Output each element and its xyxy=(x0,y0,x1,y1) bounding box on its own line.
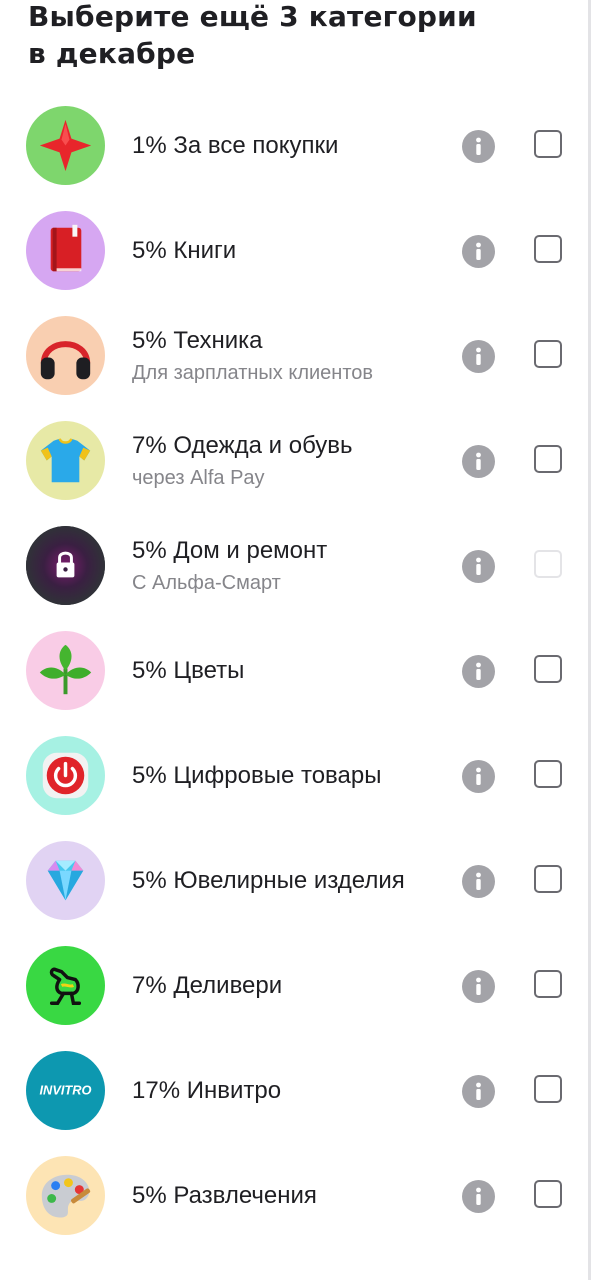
info-icon[interactable] xyxy=(462,340,495,373)
category-row-books[interactable]: 5% Книги xyxy=(0,198,591,303)
category-title: 5% Дом и ремонт xyxy=(132,536,328,564)
category-avatar xyxy=(26,421,105,500)
info-icon[interactable] xyxy=(462,130,495,163)
info-icon[interactable] xyxy=(462,550,495,583)
category-checkbox[interactable] xyxy=(534,865,562,893)
category-row-invitro[interactable]: INVITRO 17% Инвитро xyxy=(0,1038,591,1143)
info-icon[interactable] xyxy=(462,865,495,898)
info-icon[interactable] xyxy=(462,445,495,478)
paint-palette-icon xyxy=(41,1174,91,1218)
category-row-electronics[interactable]: 5% Техника Для зарплатных клиентов xyxy=(0,303,591,408)
category-avatar xyxy=(26,316,105,395)
category-row-clothing[interactable]: 7% Одежда и обувь через Alfa Pay xyxy=(0,408,591,513)
category-checkbox xyxy=(534,550,562,578)
diamond-icon xyxy=(47,860,84,901)
category-checkbox[interactable] xyxy=(534,235,562,263)
tshirt-icon xyxy=(40,438,91,483)
category-checkbox[interactable] xyxy=(534,970,562,998)
category-title: 5% Ювелирные изделия xyxy=(132,866,405,894)
info-icon[interactable] xyxy=(462,1075,495,1108)
category-title: 7% Деливери xyxy=(132,971,283,999)
category-avatar xyxy=(26,841,105,920)
category-checkbox[interactable] xyxy=(534,130,562,158)
info-icon[interactable] xyxy=(462,655,495,688)
category-list: 1% За все покупки 5% Книги 5% Техника Дл… xyxy=(0,93,591,1248)
invitro-logo-icon: INVITRO xyxy=(39,1082,91,1097)
info-icon[interactable] xyxy=(462,235,495,268)
info-icon[interactable] xyxy=(462,760,495,793)
category-title: 5% Цветы xyxy=(132,656,245,684)
category-avatar xyxy=(26,631,105,710)
category-avatar xyxy=(26,211,105,290)
page-title-line-2: в декабре xyxy=(28,37,196,70)
page-title-line-1: Выберите ещё 3 категории xyxy=(28,0,477,33)
power-button-icon xyxy=(42,752,89,799)
category-avatar: INVITRO xyxy=(26,1051,105,1130)
category-row-all-purchases[interactable]: 1% За все покупки xyxy=(0,93,591,198)
category-title: 7% Одежда и обувь xyxy=(132,431,353,459)
category-avatar xyxy=(26,106,105,185)
category-title: 5% Книги xyxy=(132,236,237,264)
category-checkbox[interactable] xyxy=(534,760,562,788)
category-title: 5% Цифровые товары xyxy=(132,761,382,789)
category-checkbox[interactable] xyxy=(534,1075,562,1103)
category-row-home-repair: 5% Дом и ремонт С Альфа-Смарт xyxy=(0,513,591,618)
category-avatar xyxy=(26,1156,105,1235)
category-subtitle: через Alfa Pay xyxy=(132,466,265,489)
category-row-delivery[interactable]: 7% Деливери xyxy=(0,933,591,1038)
category-subtitle: С Альфа-Смарт xyxy=(132,571,281,594)
category-title: 5% Развлечения xyxy=(132,1181,317,1209)
category-avatar xyxy=(26,736,105,815)
category-checkbox[interactable] xyxy=(534,1180,562,1208)
category-title: 1% За все покупки xyxy=(132,131,339,159)
info-icon[interactable] xyxy=(462,1180,495,1213)
book-icon xyxy=(50,224,82,272)
invitro-logo-text: INVITRO xyxy=(39,1082,91,1097)
category-row-entertainment[interactable]: 5% Развлечения xyxy=(0,1143,591,1248)
category-checkbox[interactable] xyxy=(534,340,562,368)
category-title: 17% Инвитро xyxy=(132,1076,282,1104)
category-row-flowers[interactable]: 5% Цветы xyxy=(0,618,591,723)
sprout-icon xyxy=(39,644,92,695)
red-star-icon xyxy=(39,119,92,172)
category-avatar xyxy=(26,946,105,1025)
category-row-digital-goods[interactable]: 5% Цифровые товары xyxy=(0,723,591,828)
headphones-icon xyxy=(40,341,91,380)
info-icon[interactable] xyxy=(462,970,495,1003)
lock-icon xyxy=(26,526,105,605)
category-title: 5% Техника xyxy=(132,326,263,354)
category-checkbox[interactable] xyxy=(534,655,562,683)
category-checkbox[interactable] xyxy=(534,445,562,473)
category-subtitle: Для зарплатных клиентов xyxy=(132,361,374,384)
category-avatar xyxy=(26,526,105,605)
ostrich-icon xyxy=(49,967,82,1006)
category-row-jewelry[interactable]: 5% Ювелирные изделия xyxy=(0,828,591,933)
page-title: Выберите ещё 3 категории в декабре xyxy=(28,0,528,72)
